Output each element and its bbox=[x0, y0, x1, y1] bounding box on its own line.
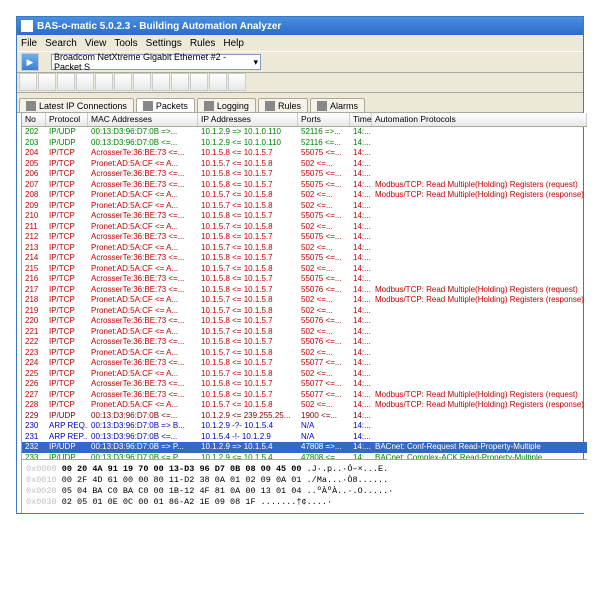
packet-row[interactable]: 223IP/TCPPronet:AD:5A:CF <= A...10.1.5.7… bbox=[22, 348, 587, 359]
menu-settings[interactable]: Settings bbox=[146, 38, 182, 49]
tab-latest-ip-connections[interactable]: Latest IP Connections bbox=[19, 98, 134, 112]
tabbar: Latest IP ConnectionsPacketsLoggingRules… bbox=[17, 93, 583, 113]
packet-row[interactable]: 219IP/TCPPronet:AD:5A:CF <= A...10.1.5.7… bbox=[22, 306, 587, 317]
tab-logging[interactable]: Logging bbox=[197, 98, 256, 112]
menu-tools[interactable]: Tools bbox=[114, 38, 137, 49]
packet-row[interactable]: 221IP/TCPPronet:AD:5A:CF <= A...10.1.5.7… bbox=[22, 327, 587, 338]
col-automation-protocols[interactable]: Automation Protocols bbox=[372, 113, 587, 126]
col-no[interactable]: No bbox=[22, 113, 46, 126]
packet-row[interactable]: 212IP/TCPAcrosserTe:36:BE:73 <=...10.1.5… bbox=[22, 232, 587, 243]
packet-row[interactable]: 211IP/TCPPronet:AD:5A:CF <= A...10.1.5.7… bbox=[22, 222, 587, 233]
packet-grid: NoProtocolMAC AddressesIP AddressesPorts… bbox=[22, 113, 587, 513]
chevron-down-icon: ▾ bbox=[253, 57, 258, 68]
hex-dump[interactable]: 0x0000 00 20 4A 91 19 70 00 13-D3 96 D7 … bbox=[22, 459, 587, 513]
packet-row[interactable]: 231ARP REP...00:13:D3:96:D7:0B <=...10.1… bbox=[22, 432, 587, 443]
packet-row[interactable]: 204IP/TCPAcrosserTe:36:BE:73 <=...10.1.5… bbox=[22, 148, 587, 159]
tool-btn-10[interactable] bbox=[209, 73, 227, 91]
tool-btn-5[interactable] bbox=[114, 73, 132, 91]
interface-combo[interactable]: Broadcom NetXtreme Gigabit Ethernet #2 -… bbox=[51, 54, 261, 70]
tool-btn-7[interactable] bbox=[152, 73, 170, 91]
app-icon bbox=[21, 20, 33, 32]
tab-icon bbox=[204, 101, 214, 111]
menu-file[interactable]: File bbox=[21, 38, 37, 49]
tool-btn-11[interactable] bbox=[228, 73, 246, 91]
content-area: −− Ethernet IIDestination MAC: 00:20:4A:… bbox=[17, 113, 583, 513]
packet-row[interactable]: 228IP/TCPPronet:AD:5A:CF <= A...10.1.5.7… bbox=[22, 400, 587, 411]
packet-row[interactable]: 230ARP REQ...00:13:D3:96:D7:0B => B...10… bbox=[22, 421, 587, 432]
packet-row[interactable]: 213IP/TCPPronet:AD:5A:CF <= A...10.1.5.7… bbox=[22, 243, 587, 254]
col-mac-addresses[interactable]: MAC Addresses bbox=[88, 113, 198, 126]
titlebar[interactable]: BAS-o-matic 5.0.2.3 - Building Automatio… bbox=[17, 17, 583, 35]
tool-btn-3[interactable] bbox=[76, 73, 94, 91]
hex-line: 0x0030 02 05 01 0E 0C 00 01 86-A2 1E 09 … bbox=[26, 497, 583, 508]
play-icon: ▶ bbox=[27, 57, 34, 68]
title-text: BAS-o-matic 5.0.2.3 - Building Automatio… bbox=[37, 21, 281, 32]
packet-row[interactable]: 220IP/TCPAcrosserTe:36:BE:73 <=...10.1.5… bbox=[22, 316, 587, 327]
packet-row[interactable]: 203IP/UDP00:13:D3:96:D7:0B <=...10.1.2.9… bbox=[22, 138, 587, 149]
tool-btn-2[interactable] bbox=[57, 73, 75, 91]
col-ip-addresses[interactable]: IP Addresses bbox=[198, 113, 298, 126]
tab-icon bbox=[317, 101, 327, 111]
tab-icon bbox=[143, 101, 153, 111]
hex-line: 0x0010 00 2F 4D 61 00 00 80 11-D2 38 0A … bbox=[26, 475, 583, 486]
toolbar-main: ▶ Broadcom NetXtreme Gigabit Ethernet #2… bbox=[17, 51, 583, 73]
packet-row[interactable]: 229IP/UDP00:13:D3:96:D7:0B <=...10.1.2.9… bbox=[22, 411, 587, 422]
tab-icon bbox=[26, 101, 36, 111]
menubar: File Search View Tools Settings Rules Help bbox=[17, 35, 583, 51]
packet-row[interactable]: 222IP/TCPAcrosserTe:36:BE:73 <=...10.1.5… bbox=[22, 337, 587, 348]
packet-row[interactable]: 215IP/TCPPronet:AD:5A:CF <= A...10.1.5.7… bbox=[22, 264, 587, 275]
play-button[interactable]: ▶ bbox=[21, 53, 39, 71]
tool-btn-4[interactable] bbox=[95, 73, 113, 91]
tab-rules[interactable]: Rules bbox=[258, 98, 308, 112]
packet-row[interactable]: 227IP/TCPAcrosserTe:36:BE:73 <=...10.1.5… bbox=[22, 390, 587, 401]
packet-row[interactable]: 225IP/TCPPronet:AD:5A:CF <= A...10.1.5.7… bbox=[22, 369, 587, 380]
tool-btn-0[interactable] bbox=[19, 73, 37, 91]
menu-help[interactable]: Help bbox=[223, 38, 244, 49]
packet-row[interactable]: 214IP/TCPAcrosserTe:36:BE:73 <=...10.1.5… bbox=[22, 253, 587, 264]
menu-rules[interactable]: Rules bbox=[190, 38, 216, 49]
grid-header[interactable]: NoProtocolMAC AddressesIP AddressesPorts… bbox=[22, 113, 587, 127]
packet-row[interactable]: 224IP/TCPAcrosserTe:36:BE:73 <=...10.1.5… bbox=[22, 358, 587, 369]
tool-btn-9[interactable] bbox=[190, 73, 208, 91]
packet-row[interactable]: 207IP/TCPAcrosserTe:36:BE:73 <=...10.1.5… bbox=[22, 180, 587, 191]
packet-row[interactable]: 216IP/TCPAcrosserTe:36:BE:73 <=...10.1.5… bbox=[22, 274, 587, 285]
packet-row[interactable]: 217IP/TCPAcrosserTe:36:BE:73 <=...10.1.5… bbox=[22, 285, 587, 296]
packet-row[interactable]: 210IP/TCPAcrosserTe:36:BE:73 <=...10.1.5… bbox=[22, 211, 587, 222]
packet-row[interactable]: 205IP/TCPPronet:AD:5A:CF <= A...10.1.5.7… bbox=[22, 159, 587, 170]
grid-body[interactable]: 202IP/UDP00:13:D3:96:D7:0B =>...10.1.2.9… bbox=[22, 127, 587, 459]
col-protocol[interactable]: Protocol bbox=[46, 113, 88, 126]
hex-line: 0x0000 00 20 4A 91 19 70 00 13-D3 96 D7 … bbox=[26, 464, 583, 475]
main-window: BAS-o-matic 5.0.2.3 - Building Automatio… bbox=[16, 16, 584, 514]
col-ports[interactable]: Ports bbox=[298, 113, 350, 126]
tool-btn-6[interactable] bbox=[133, 73, 151, 91]
tab-alarms[interactable]: Alarms bbox=[310, 98, 365, 112]
packet-row[interactable]: 226IP/TCPAcrosserTe:36:BE:73 <=...10.1.5… bbox=[22, 379, 587, 390]
packet-row[interactable]: 206IP/TCPAcrosserTe:36:BE:73 <=...10.1.5… bbox=[22, 169, 587, 180]
tool-btn-8[interactable] bbox=[171, 73, 189, 91]
toolbar-secondary bbox=[17, 73, 583, 93]
tool-btn-1[interactable] bbox=[38, 73, 56, 91]
packet-row[interactable]: 202IP/UDP00:13:D3:96:D7:0B =>...10.1.2.9… bbox=[22, 127, 587, 138]
packet-row[interactable]: 208IP/TCPPronet:AD:5A:CF <= A...10.1.5.7… bbox=[22, 190, 587, 201]
tab-packets[interactable]: Packets bbox=[136, 98, 195, 112]
menu-view[interactable]: View bbox=[85, 38, 107, 49]
packet-row[interactable]: 232IP/UDP00:13:D3:96:D7:0B => P...10.1.2… bbox=[22, 442, 587, 453]
tab-icon bbox=[265, 101, 275, 111]
menu-search[interactable]: Search bbox=[45, 38, 77, 49]
hex-line: 0x0020 05 04 BA C0 BA C0 00 1B-12 4F 81 … bbox=[26, 486, 583, 497]
packet-row[interactable]: 218IP/TCPPronet:AD:5A:CF <= A...10.1.5.7… bbox=[22, 295, 587, 306]
col-time[interactable]: Time bbox=[350, 113, 372, 126]
packet-row[interactable]: 209IP/TCPPronet:AD:5A:CF <= A...10.1.5.7… bbox=[22, 201, 587, 212]
